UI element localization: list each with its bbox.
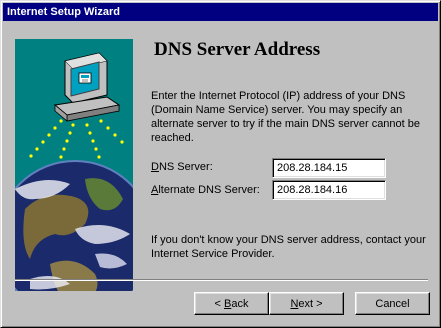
signal-dots <box>29 119 124 159</box>
dns-server-label-mnemonic: D <box>151 161 159 173</box>
next-button-label: ext > <box>298 297 323 310</box>
dns-server-label: DNS Server: <box>151 161 213 173</box>
footer-separator <box>15 279 428 281</box>
intro-text: Enter the Internet Protocol (IP) address… <box>151 90 421 144</box>
title-bar[interactable]: Internet Setup Wizard <box>3 3 438 21</box>
dns-server-label-text: NS Server: <box>158 161 213 173</box>
help-note: If you don't know your DNS server addres… <box>151 234 426 260</box>
cancel-button[interactable]: Cancel <box>355 292 430 315</box>
next-button[interactable]: Next > <box>269 292 344 315</box>
alternate-dns-label-text: lternate DNS Server: <box>158 184 260 196</box>
back-button-label: ack <box>231 297 249 310</box>
alternate-dns-server-label: Alternate DNS Server: <box>151 184 260 196</box>
dns-server-input[interactable] <box>272 158 386 178</box>
window-title: Internet Setup Wizard <box>7 6 120 18</box>
computer-icon <box>53 52 121 122</box>
globe-icon <box>15 160 133 291</box>
alternate-dns-server-input[interactable] <box>272 180 386 200</box>
wizard-window: Internet Setup Wizard DNS Server Address… <box>0 0 441 328</box>
wizard-illustration <box>15 39 133 291</box>
computer-globe-art <box>15 52 133 291</box>
back-button-prefix: < <box>214 297 224 310</box>
back-button[interactable]: < Back <box>194 292 269 315</box>
page-heading: DNS Server Address <box>154 39 321 60</box>
